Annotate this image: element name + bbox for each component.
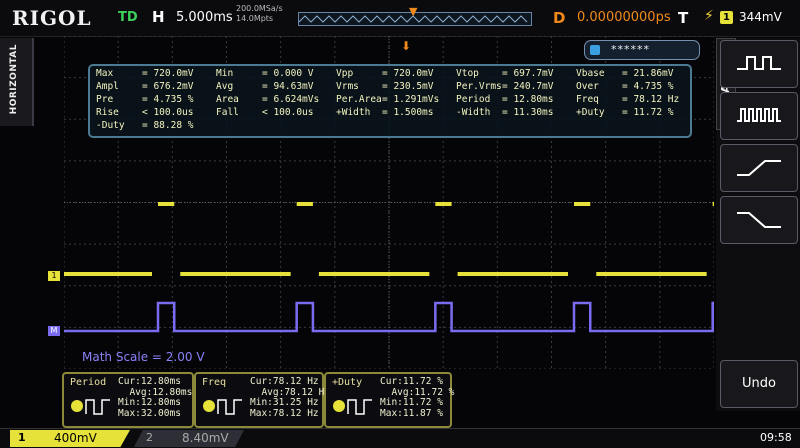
trigger-level[interactable]: 344mV	[739, 10, 782, 24]
measurement-value: = 1.291mVs	[382, 94, 440, 105]
measurement-value: = 88.28 %	[142, 120, 194, 131]
rising-edge-button[interactable]	[720, 144, 798, 192]
ch1-tab[interactable]: 1 400mV	[10, 430, 130, 447]
status-bar: RIGOL TD H 5.000ms 200.0MSa/s 14.0Mpts ▼…	[0, 0, 800, 37]
measurement-value: = 21.86mV	[622, 68, 674, 79]
stat-freq[interactable]: Freq Cur:78.12 Hz Avg:78.12 Hz Min:31.25…	[194, 372, 330, 428]
stat-values: Cur:11.72 % Avg:11.72 % Min:11.72 % Max:…	[380, 376, 455, 419]
undo-button[interactable]: Undo	[720, 360, 798, 408]
period-icon	[71, 399, 110, 415]
measurement-value: < 100.0us	[262, 107, 314, 118]
stat-values: Cur:12.80ms Avg:12.80ms Min:12.80ms Max:…	[118, 376, 193, 419]
stat-title: Period	[70, 377, 107, 388]
measurement-value: = 240.7mV	[502, 81, 554, 92]
measurement-label: Vbase	[576, 68, 605, 79]
timebase-value[interactable]: 5.000ms	[176, 10, 233, 25]
measurement-label: Over	[576, 81, 599, 92]
measurement-value: = 12.80ms	[502, 94, 554, 105]
measurement-value: = 230.5mV	[382, 81, 434, 92]
measurement-label: -Duty	[96, 120, 125, 131]
measurement-value: = 697.7mV	[502, 68, 554, 79]
trigger-edge-icon: ⚡	[704, 8, 714, 24]
ch2-tab[interactable]: 2 8.40mV	[134, 430, 244, 447]
ch2-scale: 8.40mV	[182, 431, 229, 445]
pulse-train-icon	[737, 108, 781, 122]
measurement-value: = 720.0mV	[382, 68, 434, 79]
measurement-value: = 6.624mVs	[262, 94, 320, 105]
stat-duty[interactable]: +Duty Cur:11.72 % Avg:11.72 % Min:11.72 …	[324, 372, 455, 428]
ch2-number: 2	[146, 431, 153, 444]
rising-edge-icon	[737, 160, 781, 176]
stat-title: +Duty	[332, 377, 363, 388]
measurement-label: Period	[456, 94, 491, 105]
measurement-label: Per.Vrms	[456, 81, 502, 92]
password-text: ******	[611, 43, 650, 56]
ch1-number: 1	[18, 431, 26, 444]
horizontal-tab[interactable]: HORIZONTAL	[0, 38, 34, 126]
pulse-train-button[interactable]	[720, 92, 798, 140]
trigger-position-icon: ▼	[409, 5, 418, 18]
lock-icon	[590, 45, 600, 55]
measurement-value: = 78.12 Hz	[622, 94, 680, 105]
sample-rate: 200.0MSa/s	[236, 4, 283, 13]
measurement-label: Ampl	[96, 81, 119, 92]
trigger-channel-badge: 1	[720, 11, 733, 24]
measurement-label: Min	[216, 68, 234, 79]
horizontal-label: H	[152, 8, 165, 26]
measurement-value: = 1.500ms	[382, 107, 434, 118]
measurement-label: Pre	[96, 94, 114, 105]
measurement-label: Rise	[96, 107, 119, 118]
falling-edge-button[interactable]	[720, 196, 798, 244]
measurement-value: = 0.000 V	[262, 68, 314, 79]
duty-icon	[333, 399, 372, 415]
measurement-value: = 11.72 %	[622, 107, 674, 118]
horizontal-tab-label: HORIZONTAL	[9, 44, 19, 115]
run-state[interactable]: TD	[118, 10, 138, 25]
clock: 09:58	[760, 431, 792, 444]
measurement-value: < 100.0us	[142, 107, 194, 118]
trigger-marker-icon: ⬇	[401, 39, 411, 53]
ch1-marker[interactable]: 1	[48, 271, 60, 281]
falling-edge-icon	[737, 212, 781, 228]
measurement-label: Fall	[216, 107, 239, 118]
single-pulse-button[interactable]	[720, 40, 798, 88]
sample-info: 200.0MSa/s 14.0Mpts	[236, 4, 283, 24]
measurement-value: = 94.63mV	[262, 81, 314, 92]
measurement-value: = 11.30ms	[502, 107, 554, 118]
measurement-value: = 4.735 %	[142, 94, 194, 105]
stat-title: Freq	[202, 377, 227, 388]
measurement-label: Freq	[576, 94, 599, 105]
pulse-icon	[737, 56, 781, 70]
measurement-label: Vpp	[336, 68, 354, 79]
delay-value[interactable]: 0.00000000ps	[577, 10, 671, 25]
measurement-label: Vtop	[456, 68, 479, 79]
delay-label: D	[553, 9, 566, 27]
measurement-label: Max	[96, 68, 114, 79]
memory-depth: 14.0Mpts	[236, 14, 274, 23]
measurement-label: Vrms	[336, 81, 359, 92]
math-scale: Math Scale = 2.00 V	[82, 350, 205, 364]
measurement-label: +Width	[336, 107, 371, 118]
measurement-value: = 720.0mV	[142, 68, 194, 79]
ch1-scale: 400mV	[54, 431, 97, 445]
stat-period[interactable]: Period Cur:12.80ms Avg:12.80ms Min:12.80…	[62, 372, 194, 428]
measurement-label: -Width	[456, 107, 491, 118]
measurement-value: = 676.2mV	[142, 81, 194, 92]
measurement-value: = 4.735 %	[622, 81, 674, 92]
measurement-label: Per.Area	[336, 94, 382, 105]
trigger-label: T	[678, 9, 689, 27]
measurement-label: Area	[216, 94, 239, 105]
measurement-panel: Max = 720.0mV Min = 0.000 V Vpp = 720.0mV Vtop…	[88, 64, 692, 138]
password-field[interactable]: ******	[584, 40, 700, 60]
stat-values: Cur:78.12 Hz Avg:78.12 Hz Min:31.25 Hz M…	[250, 376, 330, 419]
math-marker[interactable]: M	[48, 326, 60, 336]
brand-logo: RIGOL	[12, 6, 92, 30]
measurement-label: Avg	[216, 81, 234, 92]
measurement-label: +Duty	[576, 107, 605, 118]
freq-icon	[203, 399, 242, 415]
